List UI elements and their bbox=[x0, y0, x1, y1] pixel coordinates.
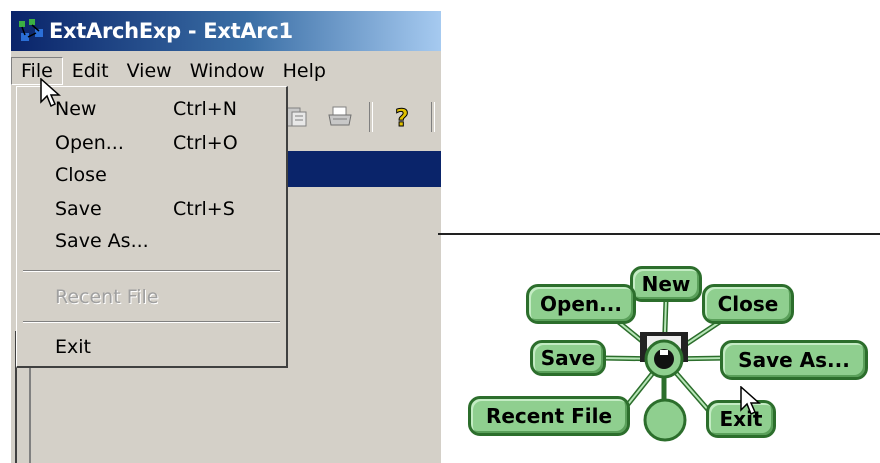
pie-item-save-as[interactable]: Save As... bbox=[720, 340, 868, 380]
menu-item-shortcut: Ctrl+N bbox=[173, 98, 237, 120]
menu-window[interactable]: Window bbox=[181, 58, 274, 84]
window-title: ExtArchExp - ExtArc1 bbox=[49, 19, 293, 43]
mouse-cursor-icon bbox=[40, 78, 61, 108]
app-icon bbox=[17, 17, 45, 45]
pie-item-new[interactable]: New bbox=[630, 266, 702, 302]
mouse-cursor-icon bbox=[740, 386, 761, 416]
pie-item-close[interactable]: Close bbox=[702, 284, 794, 324]
help-icon[interactable]: ? bbox=[387, 102, 417, 132]
menu-item-exit[interactable]: Exit bbox=[55, 333, 91, 361]
menu-view[interactable]: View bbox=[118, 58, 181, 84]
menu-separator bbox=[23, 321, 280, 323]
menu-item-save[interactable]: Save Ctrl+S bbox=[55, 195, 235, 223]
menu-edit[interactable]: Edit bbox=[63, 58, 118, 84]
title-bar[interactable]: ExtArchExp - ExtArc1 bbox=[11, 11, 441, 51]
toolbar-separator bbox=[431, 102, 435, 132]
child-window-titlebar[interactable] bbox=[281, 151, 441, 187]
menu-bar: File Edit View Window Help bbox=[11, 55, 441, 87]
pie-item-open[interactable]: Open... bbox=[526, 284, 636, 324]
toolbar-separator bbox=[369, 102, 373, 132]
menu-item-label: Recent File bbox=[55, 286, 159, 308]
divider-line bbox=[438, 233, 880, 235]
menu-item-label: Exit bbox=[55, 336, 91, 358]
pie-item-recent-file[interactable]: Recent File bbox=[468, 396, 630, 436]
menu-item-shortcut: Ctrl+O bbox=[173, 132, 238, 154]
menu-item-label: Close bbox=[55, 164, 107, 186]
toolbar: ? bbox=[281, 97, 441, 137]
menu-item-close[interactable]: Close bbox=[55, 161, 107, 189]
menu-item-label: Save As... bbox=[55, 230, 149, 252]
file-menu-dropdown: New Ctrl+N Open... Ctrl+O Close Save Ctr… bbox=[16, 86, 288, 368]
menu-item-open[interactable]: Open... Ctrl+O bbox=[55, 129, 238, 157]
menu-item-shortcut: Ctrl+S bbox=[173, 198, 235, 220]
svg-text:?: ? bbox=[395, 104, 409, 131]
menu-item-save-as[interactable]: Save As... bbox=[55, 227, 149, 255]
pie-item-save[interactable]: Save bbox=[530, 340, 606, 376]
printer-icon[interactable] bbox=[325, 102, 355, 132]
menu-item-recent-file: Recent File bbox=[55, 283, 159, 311]
pie-menu: New Open... Close Save Save As... Recent… bbox=[440, 240, 880, 462]
menu-separator bbox=[23, 270, 280, 272]
menu-item-label: Save bbox=[55, 198, 102, 220]
menu-item-label: Open... bbox=[55, 132, 124, 154]
menu-help[interactable]: Help bbox=[274, 58, 335, 84]
